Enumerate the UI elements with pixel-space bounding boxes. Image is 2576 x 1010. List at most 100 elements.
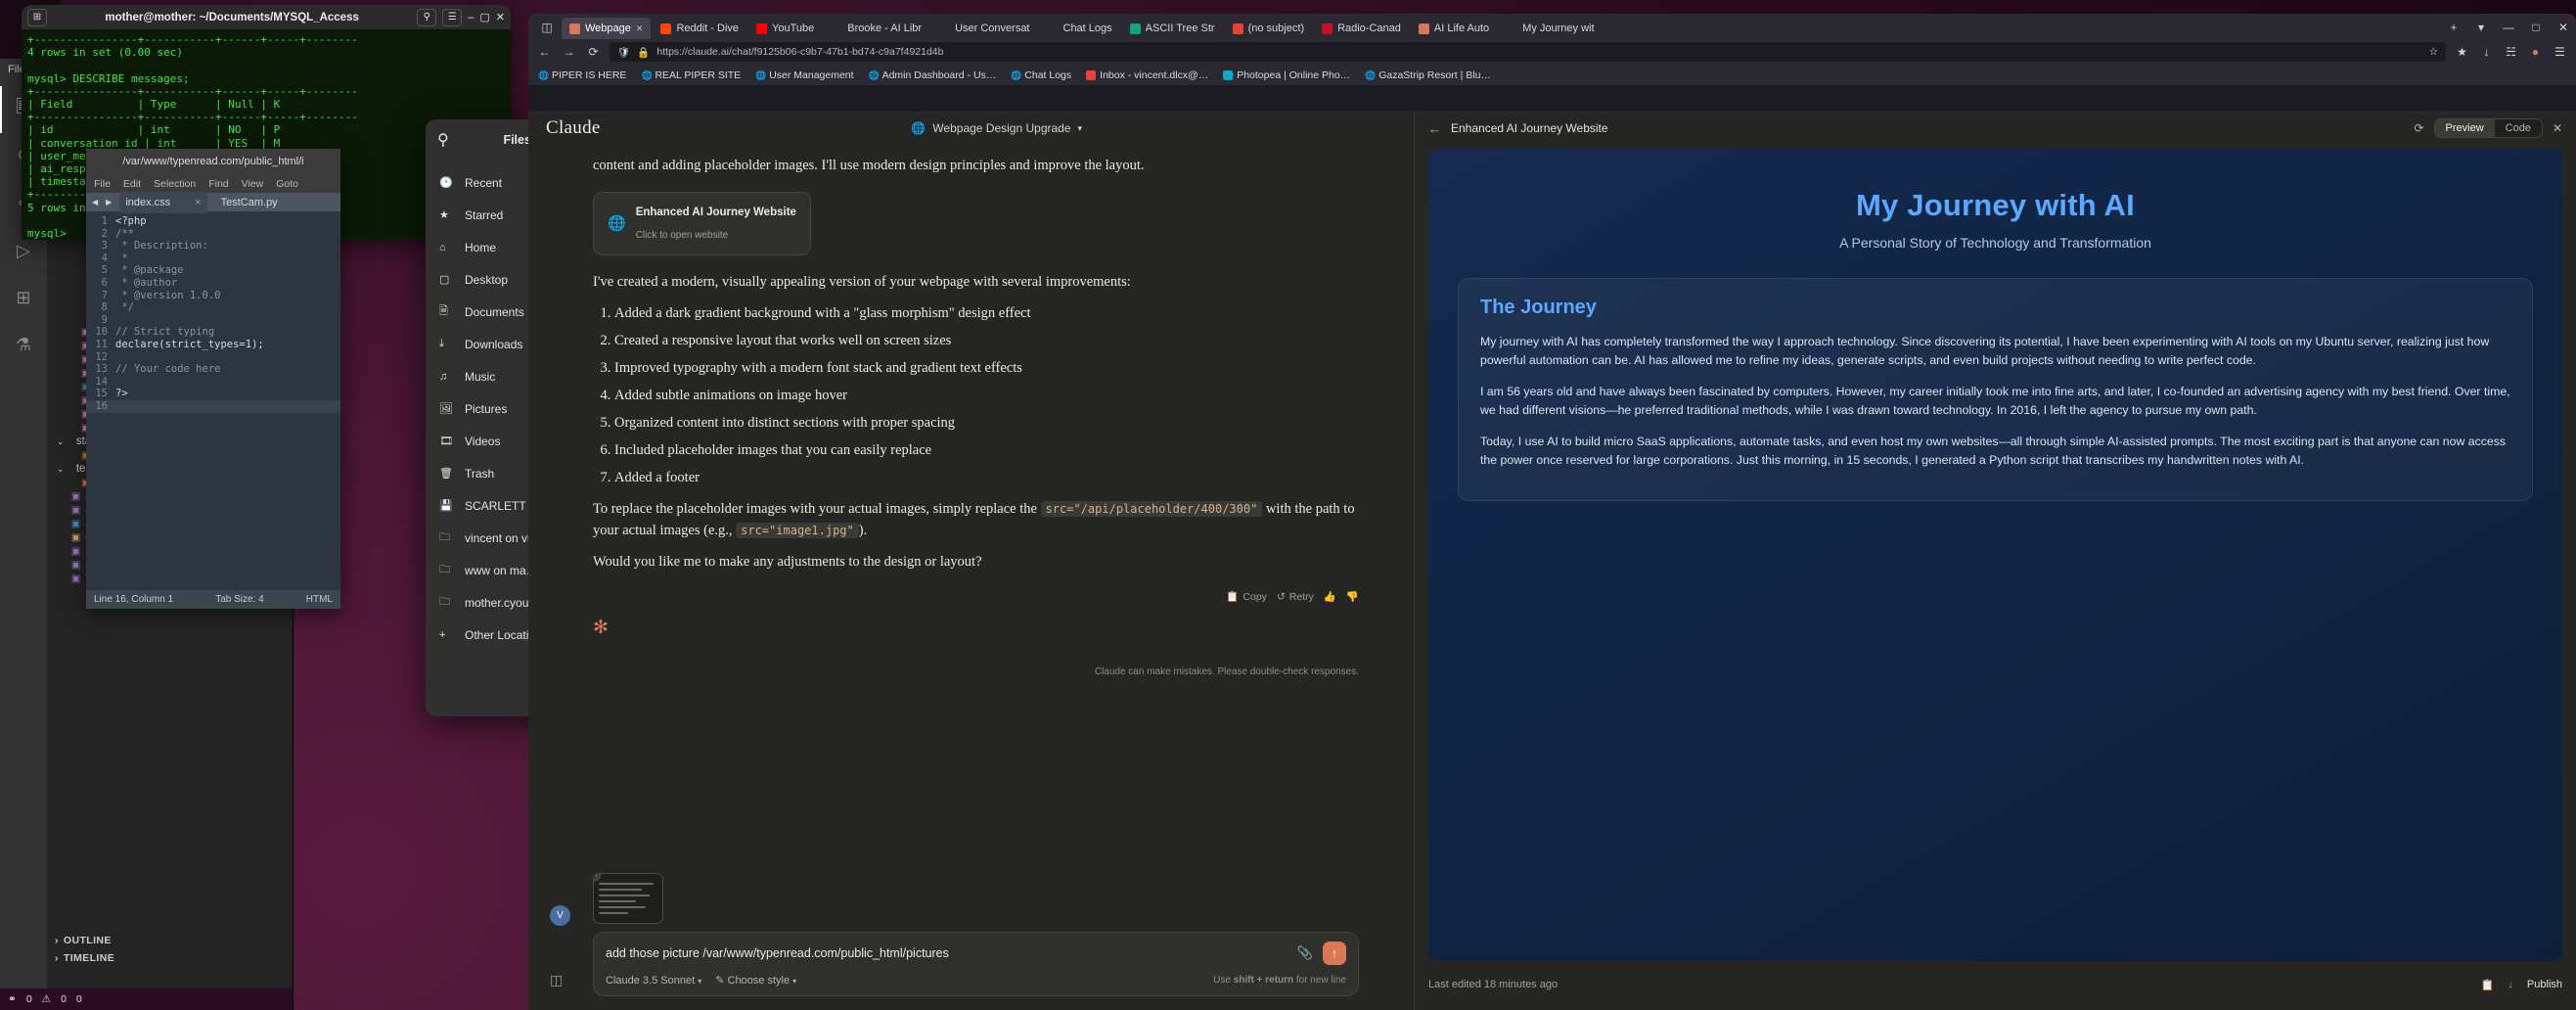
timeline-section[interactable]: › TIMELINE (47, 949, 293, 967)
browser-tab[interactable]: My Journey wit (1499, 18, 1602, 39)
bookmark[interactable]: 🌐 PIPER IS HERE (538, 69, 626, 81)
code-editor-window[interactable]: /var/www/typenread.com/public_html/i Fil… (86, 149, 340, 609)
code-line[interactable]: 7 * @version 1.0.0 (86, 290, 340, 302)
terminal-titlebar[interactable]: ⊞ mother@mother: ~/Documents/MYSQL_Acces… (22, 5, 511, 29)
star-icon[interactable]: ☆ (2429, 46, 2438, 58)
browser-tab[interactable]: Brooke - AI Libr (824, 18, 929, 39)
browser-tab[interactable]: User Conversat (931, 18, 1037, 39)
browser-tab[interactable]: Webpage ✕ (562, 18, 652, 39)
vscode-status-bar[interactable]: ⚭ 0 ⚠ 0 0 (0, 988, 293, 1010)
sidebar-toggle-icon[interactable]: ◫ (550, 972, 563, 988)
attachment-thumbnail[interactable]: ✕ (593, 873, 663, 924)
code-line[interactable]: 8 */ (86, 301, 340, 314)
bookmarks-bar[interactable]: 🌐 PIPER IS HERE 🌐 REAL PIPER SITE 🌐 User Mana… (528, 65, 2576, 85)
minimize-icon[interactable]: — (2496, 16, 2521, 39)
hamburger-icon[interactable]: ☰ (2552, 45, 2568, 59)
code-line[interactable]: 9 (86, 314, 340, 327)
bookmark[interactable]: 🌐 REAL PIPER SITE (641, 69, 741, 81)
navigation-toolbar[interactable]: ← → ⟳ 🛡 🔒 https://claude.ai/chat/f9125b0… (528, 39, 2576, 65)
lock-icon[interactable]: 🔒 (637, 46, 650, 59)
code-line[interactable]: 5 * @package (86, 264, 340, 277)
plus-icon[interactable]: + (2441, 16, 2466, 39)
bookmark[interactable]: 🌐 GazaStrip Resort | Blu… (1365, 69, 1491, 81)
code-line[interactable]: 6 * @author (86, 277, 340, 290)
editor-menu-selection[interactable]: Selection (154, 178, 196, 190)
code-line[interactable]: 3 * Description: (86, 240, 340, 252)
code-line[interactable]: 14 (86, 376, 340, 389)
tab-nav-right-icon[interactable]: ▶ (106, 198, 112, 207)
extensions-icon[interactable]: ☵ (2503, 45, 2519, 59)
code-line[interactable]: 16 (86, 399, 340, 413)
browser-tab[interactable]: Radio-Canad (1314, 18, 1409, 39)
maximize-button[interactable]: ▢ (479, 11, 489, 23)
avatar[interactable]: V (550, 905, 570, 926)
thumbs-down-button[interactable]: 👎 (1346, 586, 1359, 608)
url-bar[interactable]: 🛡 🔒 https://claude.ai/chat/f9125b06-c9b7… (610, 42, 2446, 62)
code-line[interactable]: 13 // Your code here (86, 363, 340, 376)
style-selector[interactable]: ✎ Choose style ▾ (715, 974, 796, 987)
model-selector[interactable]: Claude 3.5 Sonnet ▾ (606, 975, 701, 987)
bookmark[interactable]: 🌐 Photopea | Online Pho… (1223, 69, 1350, 81)
close-icon[interactable]: × (195, 197, 201, 208)
save-icon[interactable]: ★ (2454, 45, 2470, 59)
account-icon[interactable]: ● (2527, 45, 2544, 59)
project-selector[interactable]: 🌐 Webpage Design Upgrade ▾ (911, 121, 1082, 135)
thumbs-up-button[interactable]: 👍 (1324, 586, 1336, 608)
tab-code[interactable]: Code (2495, 119, 2542, 137)
close-button[interactable]: ✕ (496, 11, 505, 23)
editor-menu-edit[interactable]: Edit (123, 178, 141, 190)
source-control-icon[interactable]: ⚭ (8, 993, 17, 1005)
forward-arrow-icon[interactable]: → (561, 45, 577, 59)
browser-tab[interactable]: AI Life Auto (1411, 18, 1497, 39)
maximize-icon[interactable]: □ (2523, 16, 2549, 39)
editor-menu-find[interactable]: Find (208, 178, 228, 190)
artifact-view-tabs[interactable]: Preview Code (2433, 118, 2543, 138)
tab-index-css[interactable]: index.css × (119, 191, 207, 213)
close-icon[interactable]: ✕ (636, 23, 644, 34)
tab-preview[interactable]: Preview (2434, 119, 2495, 137)
chevron-left-icon[interactable]: ← (1428, 121, 1441, 136)
copy-button[interactable]: 📋 Copy (1226, 586, 1267, 608)
syntax-mode[interactable]: HTML (306, 594, 333, 605)
tab-nav-left-icon[interactable]: ◀ (92, 198, 98, 207)
code-line[interactable]: 12 (86, 351, 340, 364)
editor-menu-file[interactable]: File (94, 178, 111, 190)
close-icon[interactable]: ✕ (2551, 16, 2576, 39)
editor-tabstrip[interactable]: ◀ ▶ index.css × TestCam.py (86, 191, 340, 213)
publish-button[interactable]: Publish (2527, 979, 2562, 990)
search-icon[interactable]: ⚲ (417, 8, 437, 26)
browser-tab[interactable]: (no subject) (1225, 18, 1312, 39)
firefox-view-icon[interactable]: ◫ (534, 16, 560, 39)
editor-code-area[interactable]: 1 <?php 2/** 3 * Description: 4 * 5 * @packag… (86, 211, 340, 413)
new-tab-icon[interactable]: ⊞ (27, 8, 47, 26)
refresh-icon[interactable]: ⟳ (2414, 121, 2423, 135)
bookmark[interactable]: 🌐 Chat Logs (1011, 69, 1071, 81)
bookmark[interactable]: 🌐 Admin Dashboard - Us… (869, 69, 997, 81)
editor-menu-view[interactable]: View (242, 178, 264, 190)
shield-icon[interactable]: 🛡 (617, 46, 630, 59)
send-button[interactable]: ↑ (1323, 941, 1346, 965)
code-line[interactable]: 2 /** (86, 228, 340, 241)
artifact-preview[interactable]: My Journey with AI A Personal Story of T… (1428, 149, 2562, 961)
close-icon[interactable]: ✕ (594, 874, 601, 881)
editor-menu-goto[interactable]: Goto (276, 178, 298, 190)
code-line[interactable]: 11 declare(strict_types=1); (86, 339, 340, 351)
retry-button[interactable]: ↺ Retry (1277, 586, 1314, 608)
paperclip-icon[interactable]: 📎 (1297, 945, 1313, 961)
chat-input[interactable]: add those picture /var/www/typenread.com… (606, 946, 1288, 960)
code-line[interactable]: 10 // Strict typing (86, 326, 340, 339)
firefox-window[interactable]: ◫ Webpage ✕ Reddit - Dive YouTube Brooke - A… (528, 14, 2576, 1010)
close-icon[interactable]: ✕ (2553, 121, 2562, 135)
minimize-button[interactable]: – (468, 12, 474, 23)
chevron-down-icon[interactable]: ▾ (2468, 16, 2494, 39)
message-action-bar[interactable]: 📋 Copy ↺ Retry 👍 👎 (593, 586, 1359, 608)
search-icon[interactable]: ⚲ (437, 130, 449, 150)
back-arrow-icon[interactable]: ← (536, 45, 553, 59)
copy-icon[interactable]: 📋 (2481, 979, 2495, 991)
reload-icon[interactable]: ⟳ (585, 45, 602, 59)
browser-tab[interactable]: Chat Logs (1040, 18, 1120, 39)
code-line[interactable]: 15 ?> (86, 388, 340, 400)
code-line[interactable]: 1 <?php (86, 215, 340, 228)
tab-testcam-py[interactable]: TestCam.py (215, 192, 284, 213)
download-icon[interactable]: ↓ (2508, 979, 2513, 990)
